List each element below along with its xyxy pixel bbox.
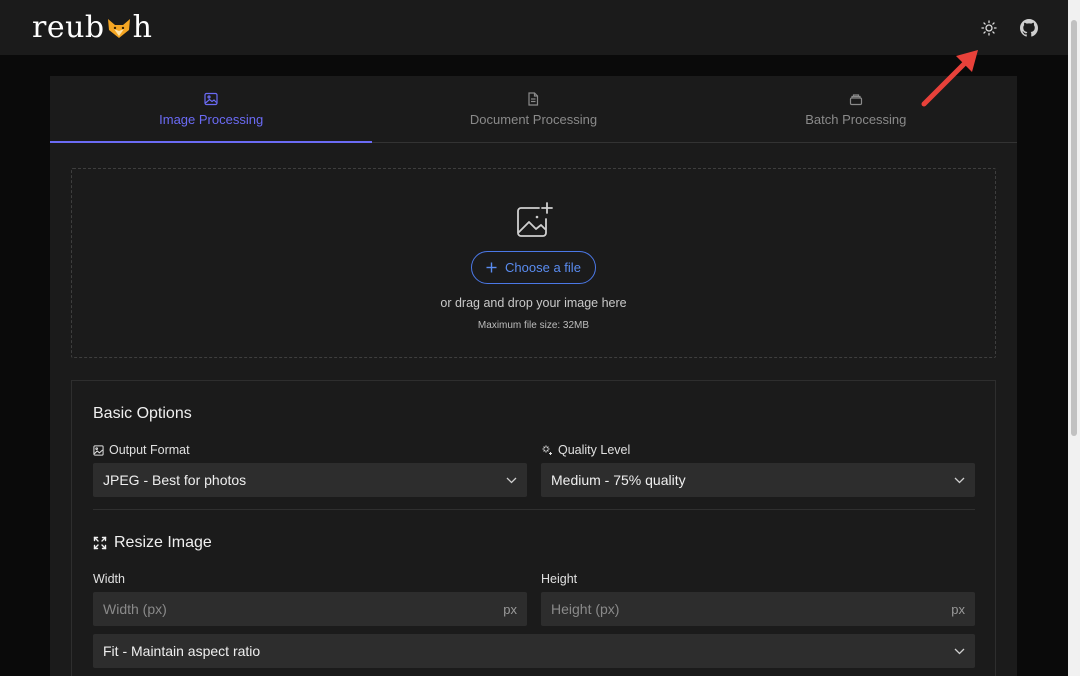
- width-placeholder: Width (px): [103, 601, 167, 617]
- fit-mode-select[interactable]: Fit - Maintain aspect ratio: [93, 634, 975, 668]
- chevron-down-icon: [954, 648, 965, 654]
- section-divider: [93, 509, 975, 510]
- logo-text-right: h: [132, 9, 153, 45]
- image-icon: [93, 444, 104, 456]
- output-format-field: Output Format JPEG - Best for photos: [93, 442, 527, 497]
- layers-icon: [849, 93, 862, 105]
- height-placeholder: Height (px): [551, 601, 620, 617]
- sun-icon: [981, 19, 997, 36]
- main-card: Image Processing Document Processing Bat…: [50, 76, 1017, 676]
- width-unit: px: [503, 601, 517, 617]
- height-label: Height: [541, 572, 578, 586]
- tab-batch-processing[interactable]: Batch Processing: [695, 76, 1017, 142]
- max-file-size: Maximum file size: 32MB: [477, 320, 590, 331]
- github-link[interactable]: [1020, 18, 1038, 37]
- tab-bar: Image Processing Document Processing Bat…: [50, 76, 1017, 143]
- page-scrollbar[interactable]: [1068, 0, 1080, 676]
- resize-row: Width Width (px) px Height Height (px) p…: [93, 571, 975, 626]
- drop-hint: or drag and drop your image here: [440, 296, 627, 310]
- height-unit: px: [951, 601, 965, 617]
- sparkle-icon: [542, 445, 552, 455]
- output-format-select[interactable]: JPEG - Best for photos: [93, 463, 527, 497]
- quality-level-field: Quality Level Medium - 75% quality: [541, 442, 975, 497]
- theme-toggle-button[interactable]: [980, 19, 998, 37]
- app-logo[interactable]: reub h: [32, 9, 153, 45]
- basic-options-title: Basic Options: [93, 405, 192, 422]
- image-add-icon: [516, 202, 553, 237]
- basic-options-row: Output Format JPEG - Best for photos Qua…: [93, 442, 975, 497]
- resize-image-title: Resize Image: [93, 534, 212, 552]
- expand-icon: [93, 536, 107, 550]
- tab-label: Image Processing: [159, 111, 264, 127]
- chevron-down-icon: [954, 477, 965, 483]
- height-input[interactable]: Height (px) px: [541, 592, 975, 626]
- height-field: Height Height (px) px: [541, 571, 975, 626]
- tab-document-processing[interactable]: Document Processing: [372, 76, 694, 142]
- quality-level-label: Quality Level: [541, 442, 975, 458]
- github-icon: [1020, 18, 1038, 37]
- width-input[interactable]: Width (px) px: [93, 592, 527, 626]
- options-panel: Basic Options Output Format JPEG - Best …: [71, 380, 996, 676]
- tab-label: Batch Processing: [805, 111, 907, 127]
- plus-icon: [486, 262, 497, 273]
- tab-label: Document Processing: [469, 111, 598, 127]
- file-dropzone[interactable]: Choose a file or drag and drop your imag…: [71, 168, 996, 358]
- fox-logo-icon: [107, 18, 130, 38]
- tab-image-processing[interactable]: Image Processing: [50, 76, 373, 143]
- output-format-label: Output Format: [93, 442, 527, 458]
- header-actions: [980, 18, 1038, 37]
- image-icon: [204, 92, 218, 105]
- width-field: Width Width (px) px: [93, 571, 527, 626]
- chevron-down-icon: [506, 477, 517, 483]
- quality-level-select[interactable]: Medium - 75% quality: [541, 463, 975, 497]
- choose-file-button[interactable]: Choose a file: [471, 251, 596, 284]
- logo-text-left: reub: [32, 9, 105, 45]
- width-label: Width: [93, 572, 125, 586]
- top-header: reub h: [0, 0, 1068, 55]
- scrollbar-thumb[interactable]: [1071, 20, 1077, 436]
- choose-file-label: Choose a file: [505, 260, 581, 275]
- document-icon: [528, 91, 539, 106]
